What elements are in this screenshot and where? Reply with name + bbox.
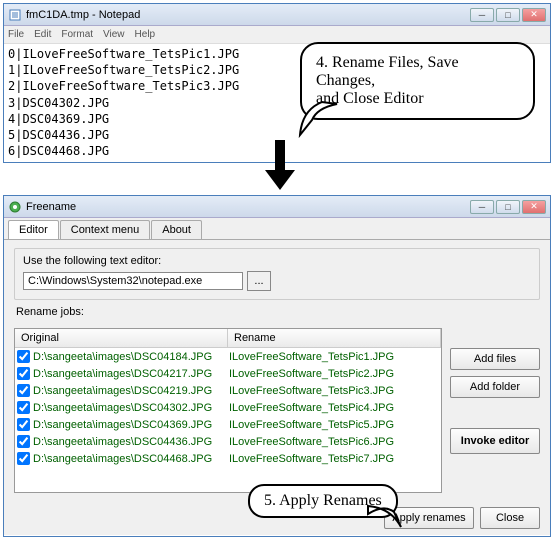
cell-original: D:\sangeeta\images\DSC04217.JPG: [33, 368, 229, 380]
editor-group-label: Use the following text editor:: [23, 255, 531, 267]
table-row[interactable]: D:\sangeeta\images\DSC04436.JPGILoveFree…: [15, 433, 441, 450]
freename-title: Freename: [26, 201, 470, 213]
menu-edit[interactable]: Edit: [34, 29, 51, 40]
cell-original: D:\sangeeta\images\DSC04184.JPG: [33, 351, 229, 363]
menu-format[interactable]: Format: [61, 29, 93, 40]
table-row[interactable]: D:\sangeeta\images\DSC04219.JPGILoveFree…: [15, 382, 441, 399]
row-checkbox[interactable]: [17, 435, 30, 448]
tab-context-menu[interactable]: Context menu: [60, 220, 150, 239]
cell-rename: ILoveFreeSoftware_TetsPic3.JPG: [229, 385, 441, 397]
row-checkbox[interactable]: [17, 452, 30, 465]
cell-rename: ILoveFreeSoftware_TetsPic2.JPG: [229, 368, 441, 380]
rename-jobs-label: Rename jobs:: [16, 306, 540, 318]
arrow-down-icon: [265, 140, 295, 200]
row-checkbox[interactable]: [17, 350, 30, 363]
table-row[interactable]: D:\sangeeta\images\DSC04369.JPGILoveFree…: [15, 416, 441, 433]
cell-original: D:\sangeeta\images\DSC04468.JPG: [33, 453, 229, 465]
cell-original: D:\sangeeta\images\DSC04436.JPG: [33, 436, 229, 448]
cell-original: D:\sangeeta\images\DSC04369.JPG: [33, 419, 229, 431]
tab-editor[interactable]: Editor: [8, 220, 59, 239]
editor-path-input[interactable]: [23, 272, 243, 290]
tab-content: Use the following text editor: ... Renam…: [4, 240, 550, 501]
row-checkbox[interactable]: [17, 401, 30, 414]
row-checkbox[interactable]: [17, 367, 30, 380]
add-folder-button[interactable]: Add folder: [450, 376, 540, 398]
maximize-button[interactable]: □: [496, 200, 520, 214]
cell-rename: ILoveFreeSoftware_TetsPic7.JPG: [229, 453, 441, 465]
freename-titlebar[interactable]: Freename ─ □ ✕: [4, 196, 550, 218]
close-button-bottom[interactable]: Close: [480, 507, 540, 529]
menu-file[interactable]: File: [8, 29, 24, 40]
minimize-button[interactable]: ─: [470, 200, 494, 214]
cell-rename: ILoveFreeSoftware_TetsPic5.JPG: [229, 419, 441, 431]
notepad-titlebar[interactable]: fmC1DA.tmp - Notepad ─ □ ✕: [4, 4, 550, 26]
cell-rename: ILoveFreeSoftware_TetsPic1.JPG: [229, 351, 441, 363]
row-checkbox[interactable]: [17, 418, 30, 431]
cell-original: D:\sangeeta\images\DSC04302.JPG: [33, 402, 229, 414]
menu-help[interactable]: Help: [135, 29, 156, 40]
editor-group: Use the following text editor: ...: [14, 248, 540, 300]
close-button[interactable]: ✕: [522, 200, 546, 214]
tab-about[interactable]: About: [151, 220, 202, 239]
callout-tail-icon: [366, 502, 406, 532]
invoke-editor-button[interactable]: Invoke editor: [450, 428, 540, 454]
tab-bar: Editor Context menu About: [4, 218, 550, 240]
menu-view[interactable]: View: [103, 29, 125, 40]
browse-button[interactable]: ...: [247, 271, 271, 291]
callout-step4: 4. Rename Files, Save Changes, and Close…: [300, 42, 535, 120]
cell-original: D:\sangeeta\images\DSC04219.JPG: [33, 385, 229, 397]
table-row[interactable]: D:\sangeeta\images\DSC04302.JPGILoveFree…: [15, 399, 441, 416]
freename-icon: [8, 200, 22, 214]
notepad-title: fmC1DA.tmp - Notepad: [26, 9, 470, 21]
add-files-button[interactable]: Add files: [450, 348, 540, 370]
callout-step4-line1: 4. Rename Files, Save Changes,: [316, 54, 519, 90]
table-row[interactable]: D:\sangeeta\images\DSC04184.JPGILoveFree…: [15, 348, 441, 365]
window-controls: ─ □ ✕: [470, 200, 546, 214]
header-original[interactable]: Original: [15, 329, 228, 347]
notepad-icon: [8, 8, 22, 22]
close-button[interactable]: ✕: [522, 8, 546, 22]
callout-step5-text: 5. Apply Renames: [264, 492, 382, 509]
rename-table: Original Rename D:\sangeeta\images\DSC04…: [14, 328, 442, 493]
table-row[interactable]: D:\sangeeta\images\DSC04468.JPGILoveFree…: [15, 450, 441, 467]
callout-step5: 5. Apply Renames: [248, 484, 398, 518]
table-row[interactable]: D:\sangeeta\images\DSC04217.JPGILoveFree…: [15, 365, 441, 382]
cell-rename: ILoveFreeSoftware_TetsPic4.JPG: [229, 402, 441, 414]
minimize-button[interactable]: ─: [470, 8, 494, 22]
cell-rename: ILoveFreeSoftware_TetsPic6.JPG: [229, 436, 441, 448]
row-checkbox[interactable]: [17, 384, 30, 397]
window-controls: ─ □ ✕: [470, 8, 546, 22]
maximize-button[interactable]: □: [496, 8, 520, 22]
callout-tail-icon: [292, 100, 352, 140]
header-rename[interactable]: Rename: [228, 329, 441, 347]
